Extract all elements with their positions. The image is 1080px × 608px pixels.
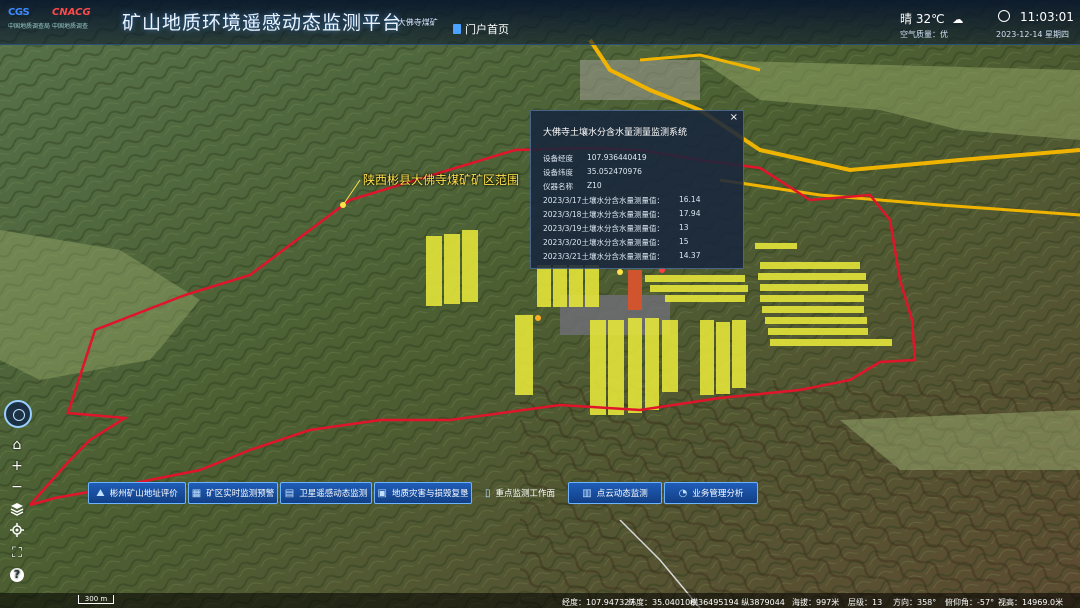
logo-cgs-sub: 中国地质调查局 (8, 23, 51, 30)
page-title: 矿山地质环境遥感动态监测平台 (122, 12, 403, 34)
help-glyph: ? (10, 568, 24, 582)
workface-icon: ▯ (484, 487, 491, 499)
button-label: 彬州矿山地址评价 (109, 489, 178, 499)
locate-icon[interactable] (7, 520, 27, 540)
measurement-value: 17.94 (679, 209, 701, 218)
measurement-value: 14.37 (679, 251, 701, 260)
realtime-warning-button[interactable]: ▦ 矿区实时监测预警 (188, 482, 278, 504)
measurement-label: 2023/3/18土壤水分含水量测量值： (543, 210, 664, 219)
measurement-value: 15 (679, 237, 689, 246)
compass-icon[interactable] (4, 400, 32, 428)
popup-latitude-row: 设备纬度 35.052470976 (543, 167, 642, 178)
point-cloud-icon: ▥ (582, 487, 592, 499)
point-cloud-button[interactable]: ▥ 点云动态监测 (568, 482, 662, 504)
popup-latitude-label: 设备纬度 (543, 168, 573, 177)
region-label-anchor[interactable] (340, 202, 346, 208)
air-quality: 空气质量：优 (900, 30, 948, 39)
popup-instrument-row: 仪器名称 Z10 (543, 181, 602, 192)
logo-cnacg-sub: 中国地质调查 (52, 23, 89, 30)
help-icon[interactable]: ? (7, 565, 27, 585)
button-label: 重点监测工作面 (495, 489, 556, 499)
measurement-value: 13 (679, 223, 689, 232)
button-label: 卫星遥感动态监测 (299, 489, 368, 499)
key-workface-button[interactable]: ▯ 重点监测工作面 (476, 482, 564, 504)
popup-title: 大佛寺土壤水分含水量测量监测系统 (543, 128, 688, 138)
clock-icon (998, 10, 1010, 22)
fullscreen-icon[interactable]: ⛶ (7, 543, 27, 563)
device-info-popup: 大佛寺土壤水分含水量测量监测系统 × 设备经度 107.936440419 设备… (530, 110, 744, 269)
popup-longitude-row: 设备经度 107.936440419 (543, 153, 647, 164)
logo-cgs: CGS (8, 7, 30, 18)
zoom-out-icon[interactable]: − (7, 477, 27, 497)
clock-date: 2023-12-14 星期四 (996, 30, 1070, 39)
measurement-label: 2023/3/21土壤水分含水量测量值： (543, 252, 664, 261)
status-latitude: 纬度：35.040106 (628, 598, 696, 607)
measurement-label: 2023/3/19土壤水分含水量测量值： (543, 224, 664, 233)
close-icon[interactable]: × (730, 112, 738, 123)
button-label: 点云动态监测 (596, 489, 648, 499)
mine-evaluation-button[interactable]: ⛰ 彬州矿山地址评价 (88, 482, 186, 504)
town-area (580, 60, 700, 100)
geohazard-reclamation-button[interactable]: ▣ 地质灾害与损毁复垦 (374, 482, 472, 504)
home-icon[interactable]: ⌂ (7, 435, 27, 455)
portal-home-label: 门户首页 (465, 23, 509, 36)
status-pitch: 俯仰角：-57° (945, 598, 995, 607)
button-label: 矿区实时监测预警 (206, 489, 275, 499)
status-altitude: 海拔：997米 (792, 598, 840, 607)
measurement-value: 16.14 (679, 195, 701, 204)
weather-text: 晴 32℃ (900, 12, 945, 26)
scale-bar: 300 m (78, 595, 114, 604)
business-analysis-button[interactable]: ◔ 业务管理分析 (664, 482, 758, 504)
button-label: 地质灾害与损毁复垦 (391, 489, 469, 499)
mine-region-label[interactable]: 陕西彬县大佛寺煤矿矿区范围 (363, 171, 519, 188)
zoom-in-icon[interactable]: + (7, 456, 27, 476)
pie-chart-icon: ◔ (678, 487, 688, 499)
mountain-icon: ⛰ (96, 487, 105, 499)
monitor-icon: ▦ (191, 487, 202, 499)
mine-marker (628, 270, 642, 310)
satellite-map[interactable] (0, 0, 1080, 608)
layers-icon[interactable] (7, 499, 27, 519)
device-marker[interactable] (535, 315, 541, 321)
satellite-monitoring-button[interactable]: ▤ 卫星遥感动态监测 (280, 482, 372, 504)
cloud-icon: ☁ (952, 13, 964, 26)
portal-icon (453, 24, 461, 34)
logo: CGS CNACG 中国地质调查局 中国地质调查 (8, 7, 92, 35)
header-bar: CGS CNACG 中国地质调查局 中国地质调查 矿山地质环境遥感动态监测平台 … (0, 0, 1080, 45)
page-subtitle: --大佛寺煤矿 (392, 18, 438, 27)
button-label: 业务管理分析 (692, 489, 744, 499)
status-level: 层级：13 (848, 598, 883, 607)
status-heading: 方向：358° (893, 598, 937, 607)
hazard-icon: ▣ (377, 487, 387, 499)
measurement-label: 2023/3/20土壤水分含水量测量值： (543, 238, 664, 247)
popup-latitude-value: 35.052470976 (587, 167, 642, 176)
device-marker[interactable] (617, 269, 623, 275)
weather-display: 晴 32℃ ☁ (900, 10, 963, 27)
satellite-icon: ▤ (284, 487, 295, 499)
measurement-label: 2023/3/17土壤水分含水量测量值： (543, 196, 664, 205)
logo-cnacg: CNACG (52, 7, 91, 18)
popup-instrument-label: 仪器名称 (543, 182, 573, 191)
status-height: 视高：14969.0米 (998, 598, 1064, 607)
popup-longitude-value: 107.936440419 (587, 153, 647, 162)
clock-time: 11:03:01 (1020, 10, 1074, 24)
popup-instrument-value: Z10 (587, 181, 602, 190)
status-projection: 横36495194 纵3879044 (690, 598, 785, 607)
status-longitude: 经度：107.947327 (562, 598, 635, 607)
portal-home-link[interactable]: 门户首页 (453, 21, 509, 37)
popup-longitude-label: 设备经度 (543, 154, 573, 163)
